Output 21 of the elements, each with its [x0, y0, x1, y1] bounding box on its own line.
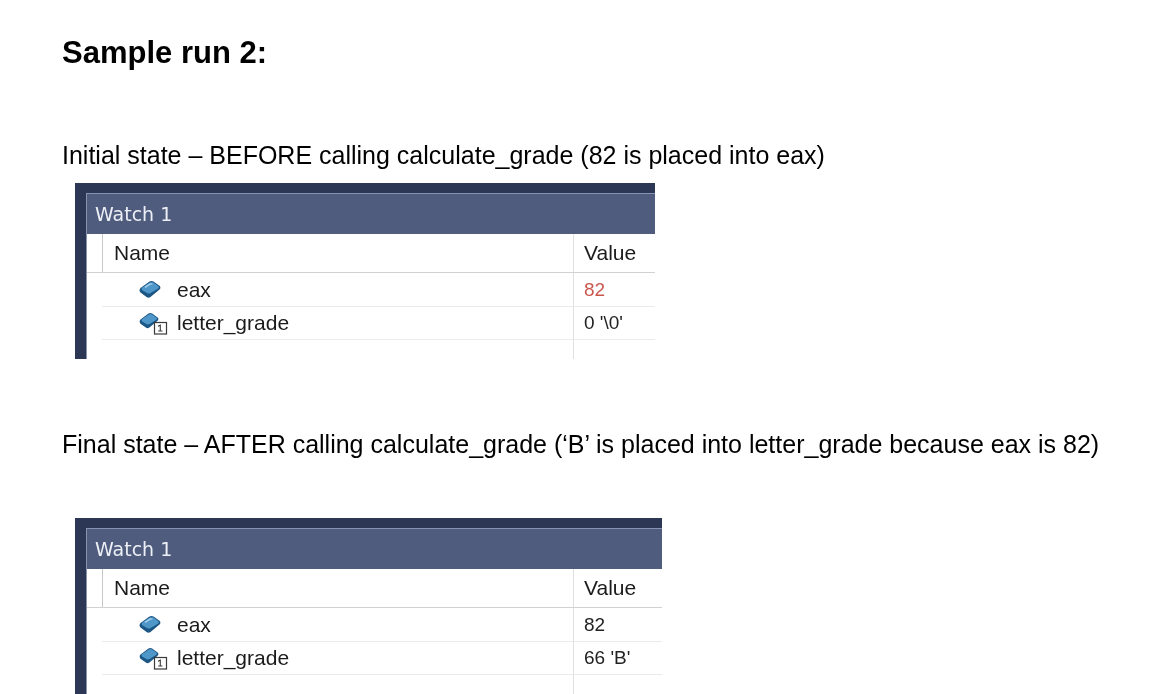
variable-value: 82	[584, 613, 606, 636]
variable-name: letter_grade	[177, 311, 290, 335]
variable-name: eax	[177, 277, 211, 302]
variable-value: 66 'B'	[584, 647, 631, 669]
variable-name: letter_grade	[177, 646, 290, 670]
column-header: Value	[583, 575, 638, 601]
variable-name: eax	[177, 612, 211, 637]
column-header: Name	[102, 569, 574, 607]
page-heading: Sample run 2:	[62, 35, 267, 71]
column-header: Name	[102, 234, 574, 272]
column-header: Value	[583, 240, 638, 266]
block-icon	[139, 615, 161, 634]
block-icon	[139, 280, 161, 299]
block-badge-icon	[139, 311, 168, 335]
block-badge-icon	[139, 646, 168, 670]
panel-title: Watch 1	[87, 529, 662, 569]
panel-title: Watch 1	[87, 194, 655, 234]
variable-value: 82	[584, 278, 606, 301]
caption-text: Final state – AFTER calling calculate_grade (‘B’ is placed into letter_grade because eax is 82)	[62, 429, 1100, 459]
variable-value: 0 '\0'	[584, 312, 623, 334]
caption-text: Initial state – BEFORE calling calculate_grade (82 is placed into eax)	[62, 140, 825, 170]
